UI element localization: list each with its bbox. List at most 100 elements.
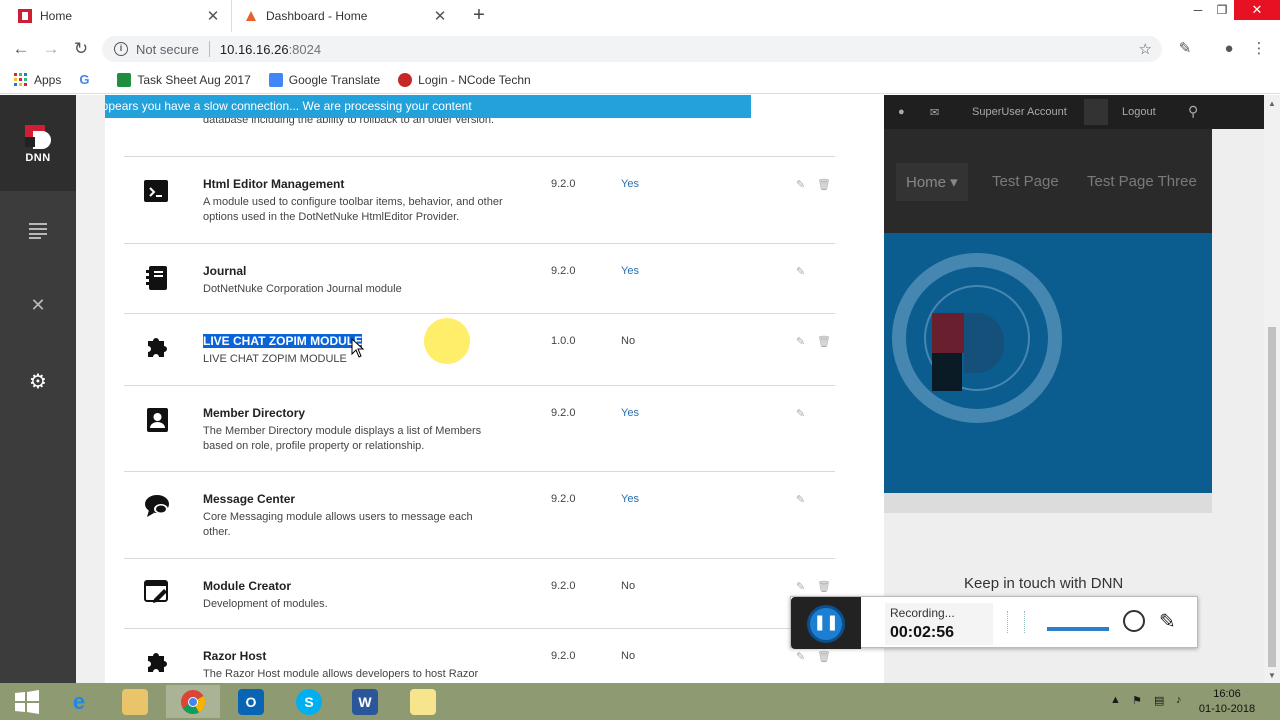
edit-pencil-icon[interactable]: ✎: [796, 580, 805, 593]
edit-pencil-icon[interactable]: ✎: [796, 335, 805, 348]
modules-list: Html Editor Management A module used to …: [124, 156, 835, 683]
content-icon[interactable]: [0, 201, 76, 261]
module-description: Core Messaging module allows users to me…: [203, 511, 473, 538]
module-name: Module Creator: [203, 579, 292, 593]
address-bar[interactable]: i Not secure 10.16.16.26 :8024 ☆: [102, 36, 1162, 62]
windows-taskbar: e O S W ▲ ⚑ ▤ ♪ 16:06 01-10-2018: [0, 683, 1280, 720]
notification-icon[interactable]: ●: [898, 106, 905, 118]
edit-pencil-icon[interactable]: ✎: [796, 407, 805, 420]
delete-trash-icon[interactable]: 🗑: [817, 650, 831, 663]
bookmark-star-icon[interactable]: ☆: [1139, 40, 1152, 58]
module-premium: Yes: [621, 493, 639, 505]
close-tab-icon[interactable]: ✕: [205, 7, 221, 25]
back-icon[interactable]: ←: [10, 38, 32, 60]
delete-trash-icon[interactable]: 🗑: [817, 580, 831, 593]
edit-pencil-icon[interactable]: ✎: [796, 493, 805, 506]
taskbar-clock[interactable]: 16:06 01-10-2018: [1196, 687, 1258, 717]
bookmark-apps[interactable]: Apps: [14, 72, 61, 87]
close-tab-icon[interactable]: ✕: [432, 7, 448, 25]
draw-pen-icon[interactable]: ✎: [1159, 609, 1176, 634]
menu-icon[interactable]: ⋮: [1250, 40, 1268, 58]
hero-logo-dark: [932, 353, 962, 391]
taskbar-word[interactable]: W: [338, 685, 392, 718]
dnn-logo[interactable]: DNN: [0, 95, 76, 191]
avatar[interactable]: [1084, 99, 1108, 125]
terminal-icon: [144, 180, 168, 202]
module-premium: Yes: [621, 265, 639, 277]
cursor-highlight: [424, 318, 470, 364]
module-row[interactable]: Member Directory The Member Directory mo…: [124, 385, 835, 471]
module-row[interactable]: Message Center Core Messaging module all…: [124, 471, 835, 558]
new-tab-button[interactable]: +: [468, 4, 490, 27]
webcam-icon[interactable]: [1123, 610, 1145, 632]
bookmark-google-translate[interactable]: Google Translate: [268, 72, 380, 87]
volume-slider[interactable]: [1047, 627, 1109, 631]
slow-connection-banner: It appears you have a slow connection...…: [105, 95, 751, 118]
edit-pencil-icon[interactable]: ✎: [796, 650, 805, 663]
tray-expand-icon[interactable]: ▲: [1110, 694, 1121, 706]
tab-home[interactable]: Home ✕: [8, 0, 232, 32]
module-premium: Yes: [621, 178, 639, 190]
module-row[interactable]: Module Creator Development of modules. 9…: [124, 558, 835, 628]
taskbar-chrome[interactable]: [166, 685, 220, 718]
eyedropper-icon[interactable]: ✎: [1176, 40, 1194, 58]
start-button[interactable]: [0, 685, 54, 718]
menu-test-page-three[interactable]: Test Page Three: [1087, 173, 1197, 190]
site-divider: [884, 493, 1212, 513]
persona-bar: DNN ✕ ⚙: [0, 95, 76, 683]
window-close-icon[interactable]: ✕: [1234, 0, 1280, 20]
account-link[interactable]: SuperUser Account: [972, 106, 1067, 118]
module-version: 9.2.0: [551, 580, 576, 592]
mouse-cursor-icon: [351, 338, 365, 358]
page-scrollbar[interactable]: ▲ ▼: [1264, 95, 1280, 683]
messages-icon[interactable]: ✉: [930, 106, 939, 119]
module-version: 1.0.0: [551, 335, 576, 347]
scrollbar-thumb[interactable]: [1268, 327, 1276, 667]
menu-test-page[interactable]: Test Page: [992, 173, 1059, 190]
recording-status: Recording... 00:02:56: [885, 603, 993, 645]
bookmark-task-sheet[interactable]: Task Sheet Aug 2017: [117, 72, 251, 87]
profile-icon[interactable]: ●: [1220, 40, 1238, 58]
tab-dashboard[interactable]: Dashboard - Home ✕: [234, 0, 458, 32]
bookmark-google[interactable]: G: [79, 72, 99, 87]
logo-text: DNN: [25, 152, 51, 164]
tools-icon[interactable]: ✕: [0, 275, 76, 335]
module-row[interactable]: Journal DotNetNuke Corporation Journal m…: [124, 243, 835, 313]
taskbar-explorer[interactable]: [108, 685, 162, 718]
module-row[interactable]: Razor Host The Razor Host module allows …: [124, 628, 835, 683]
module-row[interactable]: LIVE CHAT ZOPIM MODULE LIVE CHAT ZOPIM M…: [124, 313, 835, 385]
module-row[interactable]: Html Editor Management A module used to …: [124, 156, 835, 243]
edit-pencil-icon[interactable]: ✎: [796, 178, 805, 191]
member-directory-icon: [147, 408, 168, 432]
taskbar-outlook[interactable]: O: [224, 685, 278, 718]
menu-home[interactable]: Home ▾: [896, 163, 968, 201]
delete-trash-icon[interactable]: 🗑: [817, 178, 831, 191]
scroll-up-icon[interactable]: ▲: [1268, 99, 1276, 108]
message-center-icon: [145, 495, 169, 517]
reload-icon[interactable]: ↻: [70, 38, 92, 60]
recording-widget: ❚❚ Recording... 00:02:56 ✎: [790, 596, 1198, 649]
apps-grid-icon: [14, 72, 27, 86]
pause-button[interactable]: ❚❚: [807, 605, 845, 643]
taskbar-ie[interactable]: e: [52, 685, 106, 718]
taskbar-skype[interactable]: S: [282, 685, 336, 718]
divider: [208, 41, 210, 57]
tray-network-icon[interactable]: ▤: [1154, 694, 1164, 707]
bookmark-ncode-login[interactable]: Login - NCode Techn: [398, 72, 531, 87]
settings-icon[interactable]: ⚙: [0, 351, 76, 411]
search-icon[interactable]: ⚲: [1188, 103, 1198, 120]
forward-icon[interactable]: →: [40, 38, 62, 60]
tray-volume-icon[interactable]: ♪: [1176, 694, 1182, 706]
scroll-down-icon[interactable]: ▼: [1268, 671, 1276, 680]
menu-item-label: Home: [906, 174, 947, 191]
delete-trash-icon[interactable]: 🗑: [817, 335, 831, 348]
tray-flag-icon[interactable]: ⚑: [1132, 694, 1142, 707]
edit-pencil-icon[interactable]: ✎: [796, 265, 805, 278]
extensions-panel: It appears you have a slow connection...…: [76, 95, 884, 683]
info-icon[interactable]: i: [114, 42, 128, 56]
taskbar-sticky-notes[interactable]: [396, 685, 450, 718]
word-icon: W: [352, 688, 378, 715]
logout-link[interactable]: Logout: [1122, 106, 1156, 118]
chrome-icon: [181, 689, 206, 714]
module-version: 9.2.0: [551, 493, 576, 505]
